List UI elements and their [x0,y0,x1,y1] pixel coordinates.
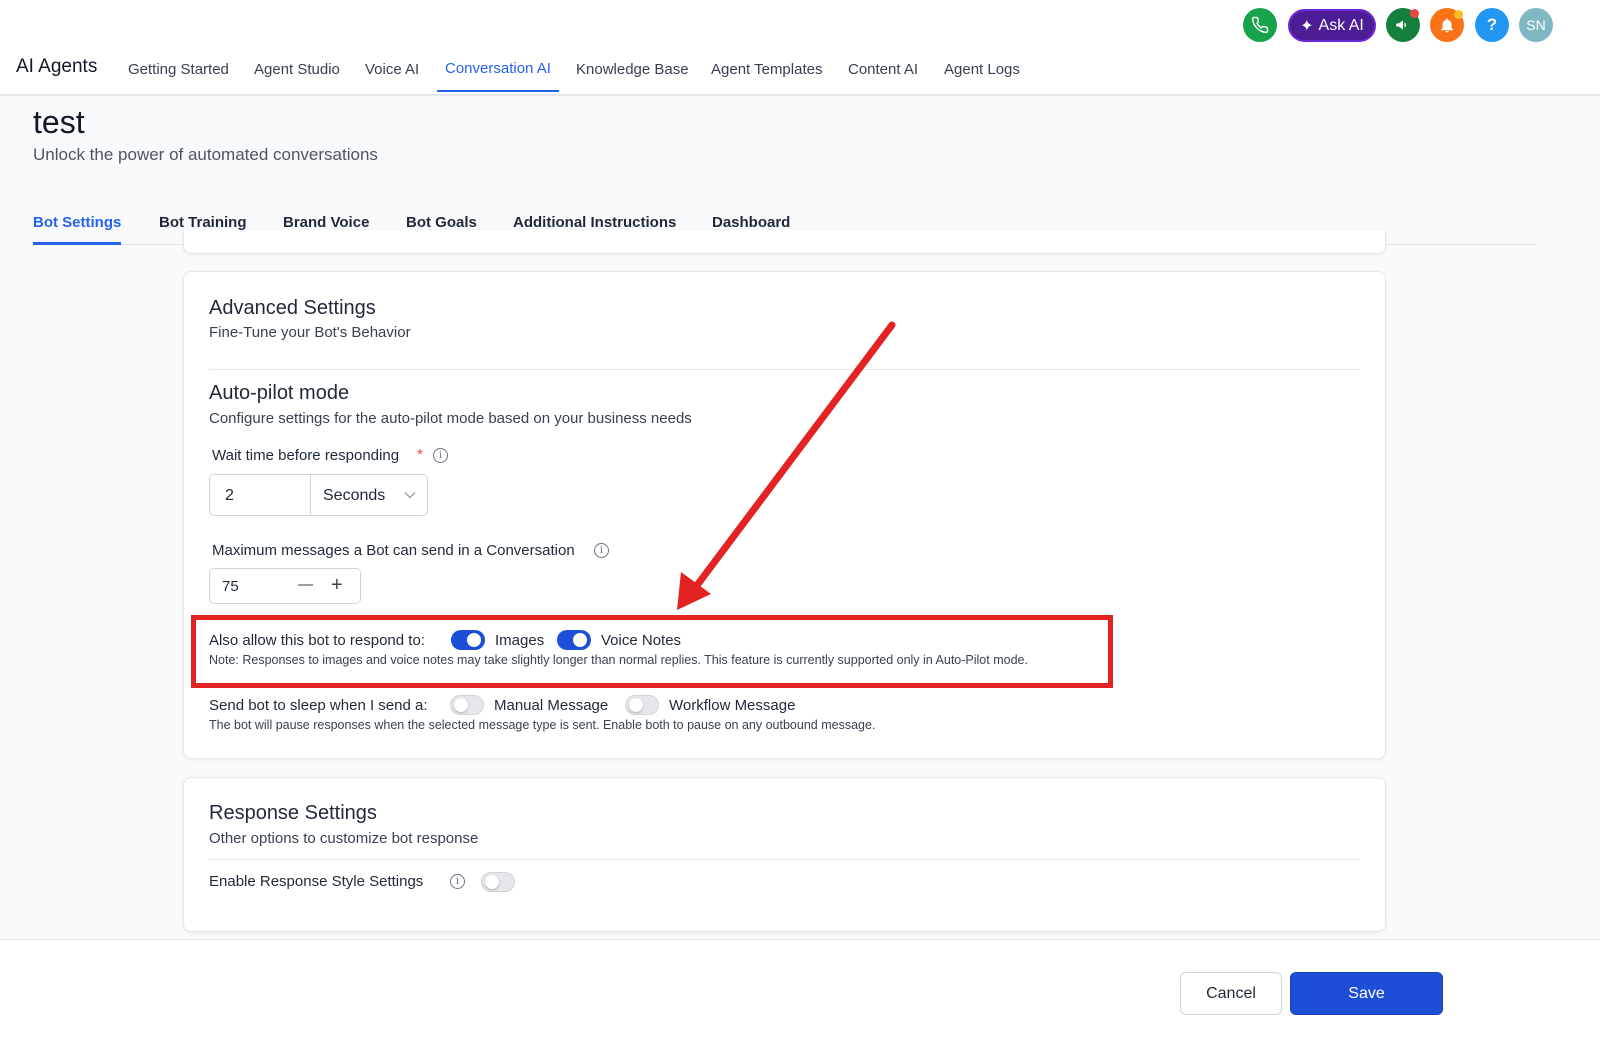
cancel-button[interactable]: Cancel [1180,972,1282,1015]
save-button[interactable]: Save [1290,972,1443,1015]
annotation-arrow-icon [677,321,896,610]
